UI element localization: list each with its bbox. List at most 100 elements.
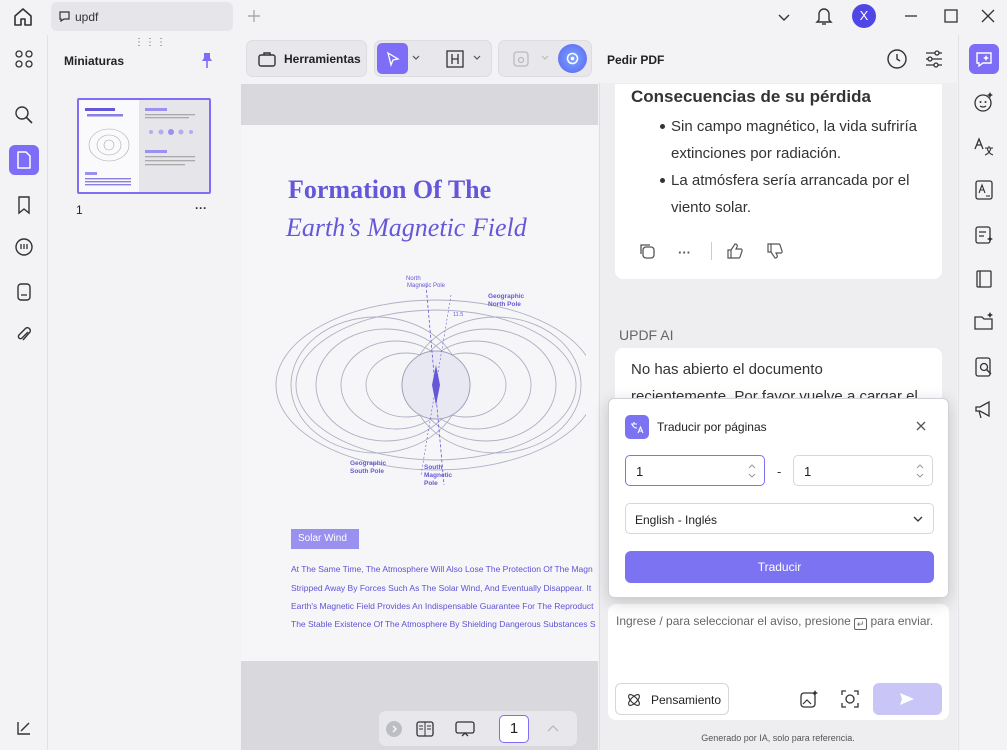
left-tool-rail: [0, 35, 48, 750]
page-number-input[interactable]: 1: [499, 715, 529, 743]
copy-icon[interactable]: [637, 241, 657, 261]
tools-label: Herramientas: [284, 52, 361, 66]
more-icon[interactable]: ···: [678, 245, 691, 260]
separator: [711, 242, 712, 260]
close-icon[interactable]: [915, 420, 927, 432]
bullet-text: La atmósfera sería arrancada por el: [671, 172, 910, 189]
enter-key-icon: ↵: [854, 618, 868, 630]
translate-button[interactable]: Traducir: [625, 551, 934, 583]
book-icon[interactable]: [969, 264, 999, 294]
text-select-icon[interactable]: [445, 49, 465, 69]
stamp-icon[interactable]: [9, 277, 39, 307]
from-page-input[interactable]: 1: [625, 455, 765, 486]
assistant-message-card: Consecuencias de su pérdida Sin campo ma…: [615, 84, 942, 279]
megaphone-icon[interactable]: [969, 395, 999, 425]
add-tab-icon[interactable]: [246, 8, 262, 24]
save-icon[interactable]: [511, 49, 531, 69]
translate-page-icon[interactable]: [969, 175, 999, 205]
bullet-text: viento solar.: [671, 199, 752, 216]
search-document-icon[interactable]: [969, 352, 999, 382]
pin-icon[interactable]: [199, 51, 215, 69]
language-select[interactable]: English - Inglés: [625, 503, 934, 534]
svg-text:Magnetic: Magnetic: [424, 472, 453, 479]
stepper-icon: [916, 462, 924, 480]
chevron-right-icon[interactable]: [386, 721, 402, 737]
chevron-down-icon[interactable]: [540, 53, 550, 63]
search-icon[interactable]: [9, 100, 39, 130]
svg-text:Magnetic Pole: Magnetic Pole: [407, 283, 446, 289]
ai-assistant-icon[interactable]: [558, 44, 587, 73]
cursor-select-button[interactable]: [377, 43, 408, 74]
thumbs-up-icon[interactable]: [725, 241, 745, 261]
save-tools-group: [498, 40, 592, 77]
thumbnail-second-column: [143, 106, 207, 186]
footer-disclaimer: Generado por IA, solo para referencia.: [701, 733, 855, 743]
document-tab[interactable]: updf: [51, 2, 233, 31]
image-ai-icon[interactable]: [798, 688, 820, 710]
thumbnail-page-number: 1: [76, 203, 83, 217]
comment-icon: [58, 10, 71, 23]
chat-input-area[interactable]: Ingrese / para seleccionar el aviso, pre…: [608, 604, 949, 720]
svg-text:Geographic: Geographic: [350, 460, 387, 467]
chevron-down-icon[interactable]: [472, 53, 482, 63]
translate-text-icon[interactable]: [969, 132, 999, 162]
body-line: Earth's Magnetic Field Provides An Indis…: [291, 601, 594, 611]
notification-bell-icon[interactable]: [814, 5, 834, 27]
panel-title: Miniaturas: [64, 54, 125, 68]
close-icon[interactable]: [980, 8, 996, 24]
grid-view-icon[interactable]: [9, 44, 39, 74]
drag-handle[interactable]: ⋮⋮⋮: [134, 37, 167, 48]
chevron-down-icon: [913, 515, 923, 523]
comments-icon[interactable]: [9, 232, 39, 262]
bullet: [660, 124, 665, 129]
page-thumbnail[interactable]: [77, 98, 211, 194]
svg-text:Pole: Pole: [424, 480, 438, 487]
svg-text:North: North: [406, 276, 421, 282]
to-page-input[interactable]: 1: [793, 455, 933, 486]
main-toolbar: Herramientas: [241, 35, 598, 83]
page-layout-icon[interactable]: [415, 720, 435, 738]
svg-text:North Pole: North Pole: [488, 301, 521, 308]
ai-face-icon[interactable]: [969, 87, 999, 117]
presentation-icon[interactable]: [454, 720, 476, 738]
document-subtitle: Earth’s Magnetic Field: [286, 213, 527, 242]
message-heading: Consecuencias de su pérdida: [631, 87, 871, 106]
bookmark-icon[interactable]: [9, 190, 39, 220]
layers-icon[interactable]: [9, 713, 39, 743]
popup-title: Traducir por páginas: [657, 420, 767, 434]
minimize-icon[interactable]: [903, 8, 919, 24]
avatar[interactable]: X: [852, 4, 876, 28]
magnetic-field-diagram: North Magnetic Pole Geographic North Pol…: [266, 265, 586, 505]
toolbox-icon: [257, 50, 277, 68]
thinking-label: Pensamiento: [651, 693, 722, 707]
section-tag: Solar Wind: [291, 529, 359, 549]
pdf-page[interactable]: Formation Of The Earth’s Magnetic Field …: [241, 125, 598, 661]
ai-chat-icon[interactable]: [969, 44, 999, 74]
maximize-icon[interactable]: [943, 8, 959, 24]
history-icon[interactable]: [886, 48, 908, 70]
thumbnail-preview: [79, 100, 139, 192]
bullet-text: extinciones por radiación.: [671, 145, 842, 162]
settings-sliders-icon[interactable]: [923, 48, 945, 70]
right-tool-rail: [958, 35, 1007, 750]
home-icon[interactable]: [12, 6, 34, 28]
thumbnail-more-button[interactable]: ···: [195, 201, 207, 215]
thumbnails-icon[interactable]: [9, 145, 39, 175]
thinking-toggle-button[interactable]: Pensamiento: [615, 683, 729, 715]
bullet: [660, 178, 665, 183]
ask-pdf-header: Pedir PDF: [599, 35, 957, 83]
tools-button[interactable]: Herramientas: [246, 40, 367, 77]
body-line: Stripped Away By Forces Such As The Sola…: [291, 583, 592, 593]
input-placeholder: Ingrese / para seleccionar el aviso, pre…: [616, 614, 934, 630]
send-button[interactable]: [873, 683, 942, 715]
screenshot-icon[interactable]: [839, 688, 861, 710]
ai-summary-icon[interactable]: [969, 220, 999, 250]
chevron-up-icon[interactable]: [546, 723, 560, 733]
folder-ai-icon[interactable]: [969, 307, 999, 337]
attachment-icon[interactable]: [9, 320, 39, 350]
translate-pages-popup: Traducir por páginas 1 - 1 English - Ing…: [608, 398, 949, 598]
chevron-down-icon[interactable]: [776, 9, 792, 25]
selection-tools-group: [374, 40, 492, 77]
chevron-down-icon[interactable]: [411, 53, 421, 63]
thumbs-down-icon[interactable]: [765, 241, 785, 261]
